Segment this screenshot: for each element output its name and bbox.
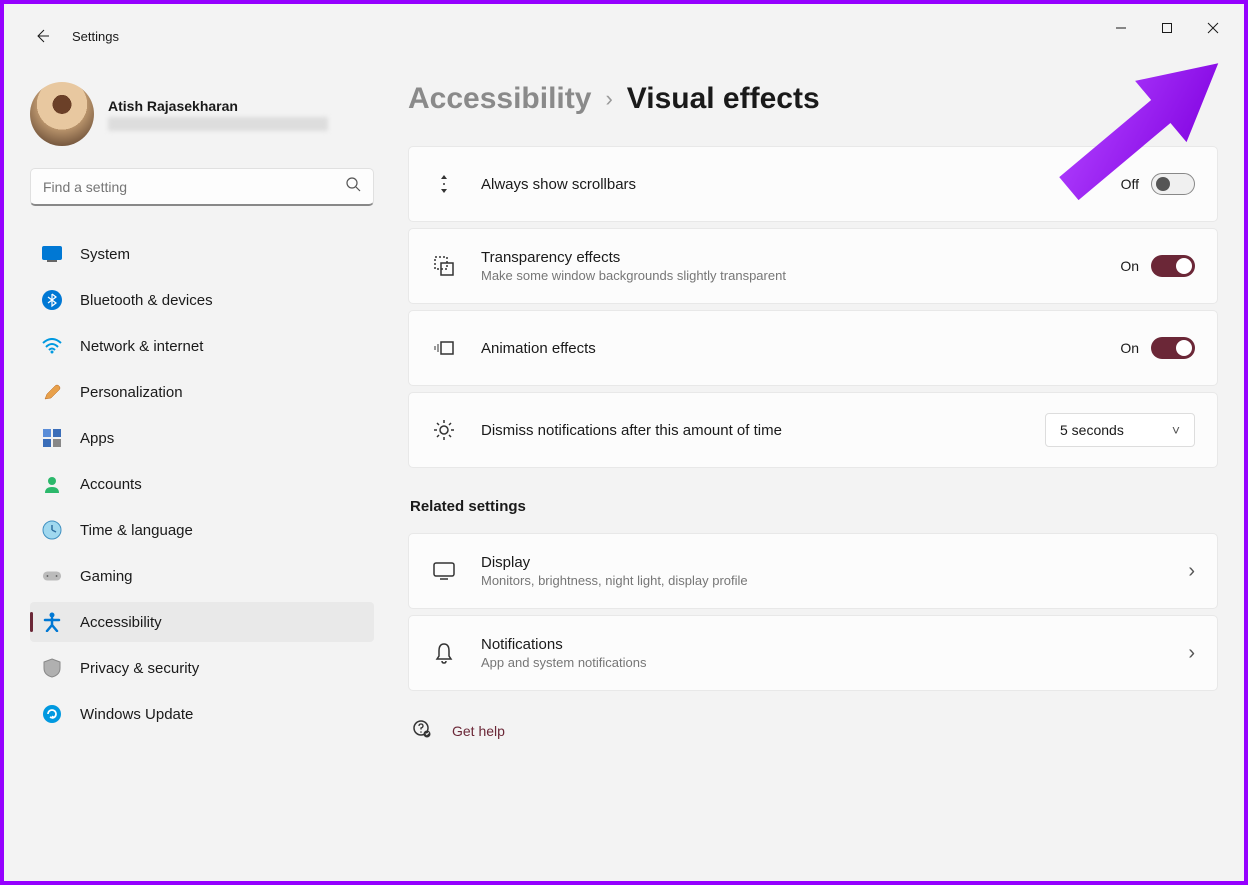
- sidebar-item-accounts[interactable]: Accounts: [30, 464, 374, 504]
- setting-title: Dismiss notifications after this amount …: [481, 422, 1045, 439]
- toggle-state-label: On: [1120, 340, 1139, 356]
- update-icon: [42, 704, 62, 724]
- wifi-icon: [42, 336, 62, 356]
- scrollbars-toggle[interactable]: [1151, 173, 1195, 195]
- setting-title: Always show scrollbars: [481, 176, 1121, 193]
- sidebar-item-label: Time & language: [80, 522, 193, 539]
- sidebar-item-update[interactable]: Windows Update: [30, 694, 374, 734]
- sidebar-item-time[interactable]: Time & language: [30, 510, 374, 550]
- page-title: Visual effects: [627, 82, 820, 116]
- shield-icon: [42, 658, 62, 678]
- breadcrumb: Accessibility › Visual effects: [408, 82, 1218, 116]
- brightness-icon: [431, 417, 457, 443]
- maximize-button[interactable]: [1144, 12, 1190, 44]
- dismiss-timeout-dropdown[interactable]: 5 seconds ˅: [1045, 413, 1195, 447]
- scroll-icon: [431, 171, 457, 197]
- setting-animation-effects: Animation effects On: [408, 310, 1218, 386]
- sidebar-item-label: Privacy & security: [80, 660, 199, 677]
- toggle-state-label: On: [1120, 258, 1139, 274]
- sidebar-item-label: Network & internet: [80, 338, 203, 355]
- related-description: App and system notifications: [481, 655, 1188, 670]
- related-title: Display: [481, 554, 1188, 571]
- bluetooth-icon: [42, 290, 62, 310]
- related-notifications-link[interactable]: Notifications App and system notificatio…: [408, 615, 1218, 691]
- sidebar-item-personalization[interactable]: Personalization: [30, 372, 374, 412]
- search-input[interactable]: [43, 179, 345, 195]
- setting-title: Transparency effects: [481, 249, 1120, 266]
- search-icon: [345, 176, 361, 197]
- sidebar-item-label: Accounts: [80, 476, 142, 493]
- chevron-right-icon: [1188, 642, 1195, 665]
- accessibility-icon: [42, 612, 62, 632]
- related-description: Monitors, brightness, night light, displ…: [481, 573, 1188, 588]
- back-button[interactable]: [32, 26, 52, 46]
- sidebar-item-label: Windows Update: [80, 706, 193, 723]
- gamepad-icon: [42, 566, 62, 586]
- help-icon: [412, 719, 432, 742]
- setting-dismiss-notifications: Dismiss notifications after this amount …: [408, 392, 1218, 468]
- chevron-right-icon: ›: [605, 86, 612, 112]
- chevron-down-icon: ˅: [1172, 422, 1180, 438]
- sidebar-item-label: Accessibility: [80, 614, 162, 631]
- setting-always-show-scrollbars: Always show scrollbars Off: [408, 146, 1218, 222]
- avatar: [30, 82, 94, 146]
- animation-toggle[interactable]: [1151, 337, 1195, 359]
- close-button[interactable]: [1190, 12, 1236, 44]
- person-icon: [42, 474, 62, 494]
- setting-transparency-effects: Transparency effects Make some window ba…: [408, 228, 1218, 304]
- setting-description: Make some window backgrounds slightly tr…: [481, 268, 1120, 283]
- toggle-state-label: Off: [1121, 176, 1139, 192]
- minimize-button[interactable]: [1098, 12, 1144, 44]
- sidebar-item-label: Apps: [80, 430, 114, 447]
- related-settings-heading: Related settings: [410, 498, 1218, 515]
- profile-button[interactable]: Atish Rajasekharan: [30, 82, 374, 146]
- search-box[interactable]: [30, 168, 374, 206]
- help-label: Get help: [452, 723, 505, 739]
- system-icon: [42, 244, 62, 264]
- apps-icon: [42, 428, 62, 448]
- profile-email-redacted: [108, 117, 328, 131]
- dropdown-selected-value: 5 seconds: [1060, 422, 1124, 438]
- paintbrush-icon: [42, 382, 62, 402]
- breadcrumb-parent[interactable]: Accessibility: [408, 82, 591, 116]
- related-display-link[interactable]: Display Monitors, brightness, night ligh…: [408, 533, 1218, 609]
- monitor-icon: [431, 558, 457, 584]
- sidebar-item-label: Personalization: [80, 384, 183, 401]
- transparency-toggle[interactable]: [1151, 255, 1195, 277]
- profile-name: Atish Rajasekharan: [108, 97, 328, 115]
- related-title: Notifications: [481, 636, 1188, 653]
- sidebar-item-privacy[interactable]: Privacy & security: [30, 648, 374, 688]
- sidebar-item-bluetooth[interactable]: Bluetooth & devices: [30, 280, 374, 320]
- sidebar-item-apps[interactable]: Apps: [30, 418, 374, 458]
- sidebar-item-label: System: [80, 246, 130, 263]
- sidebar-item-label: Bluetooth & devices: [80, 292, 213, 309]
- get-help-link[interactable]: Get help: [408, 719, 1218, 742]
- bell-icon: [431, 640, 457, 666]
- sidebar-item-accessibility[interactable]: Accessibility: [30, 602, 374, 642]
- chevron-right-icon: [1188, 560, 1195, 583]
- sidebar-item-network[interactable]: Network & internet: [30, 326, 374, 366]
- sidebar-item-gaming[interactable]: Gaming: [30, 556, 374, 596]
- sidebar-item-label: Gaming: [80, 568, 133, 585]
- app-title: Settings: [72, 29, 119, 44]
- sidebar-item-system[interactable]: System: [30, 234, 374, 274]
- animation-icon: [431, 335, 457, 361]
- setting-title: Animation effects: [481, 340, 1120, 357]
- transparency-icon: [431, 253, 457, 279]
- clock-globe-icon: [42, 520, 62, 540]
